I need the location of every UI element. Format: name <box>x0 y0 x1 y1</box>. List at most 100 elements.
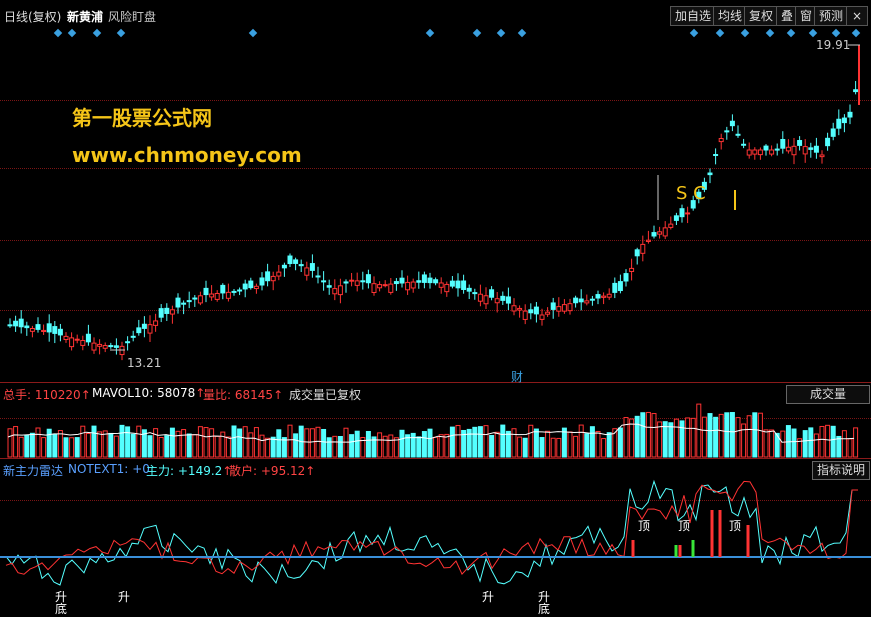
volume-bar <box>511 428 517 458</box>
volume-bar <box>629 418 635 458</box>
candle <box>405 281 411 291</box>
volume-bar <box>97 431 103 458</box>
volume-bar <box>500 424 506 458</box>
candle <box>315 275 321 278</box>
volume-bar <box>601 438 607 458</box>
volume-bar <box>343 427 349 458</box>
candle <box>113 345 119 348</box>
retail-value: 散户: +95.12↑ <box>229 464 316 478</box>
volume-bar <box>365 430 371 458</box>
volume-bar <box>718 413 724 458</box>
candle <box>746 149 752 156</box>
candle <box>685 212 691 215</box>
volume-bar <box>528 424 534 458</box>
volume-bar <box>332 435 338 458</box>
candle <box>802 146 808 155</box>
volume-bar <box>18 436 24 458</box>
candle <box>259 277 265 286</box>
volume-bar <box>147 435 153 458</box>
volume-bar <box>673 418 679 458</box>
volume-bar <box>427 428 433 458</box>
volume-bar <box>668 422 674 458</box>
candle <box>304 267 310 276</box>
volume-bar <box>158 437 164 458</box>
candle <box>214 292 220 300</box>
volume-bar <box>483 425 489 458</box>
candle <box>41 329 47 333</box>
top-mark: 顶 <box>678 519 691 533</box>
candle <box>606 293 612 298</box>
volume-bar <box>550 437 556 458</box>
indicator-name[interactable]: 新主力雷达 <box>3 462 63 479</box>
volume-bar <box>455 424 461 458</box>
candle <box>175 297 181 308</box>
watermark-title: 第一股票公式网 <box>72 106 212 130</box>
volume-bar <box>539 437 545 458</box>
volume-bar <box>517 436 523 458</box>
candle <box>181 302 187 305</box>
candle <box>153 320 159 326</box>
volume-bar <box>416 436 422 458</box>
volume-bar <box>309 428 315 458</box>
candle <box>220 284 226 294</box>
volume-bar <box>231 425 237 458</box>
candle <box>91 342 97 351</box>
volume-bar <box>259 434 265 458</box>
candle <box>517 307 523 311</box>
candle <box>836 118 842 129</box>
volume-bar <box>52 433 58 458</box>
candle <box>623 273 629 282</box>
volume-bar <box>830 425 836 458</box>
volume-bar <box>533 428 539 458</box>
candle <box>438 282 444 288</box>
indicator-help-button[interactable]: 指标说明 <box>812 461 870 480</box>
candle <box>589 298 595 301</box>
candle <box>265 271 271 282</box>
candle <box>74 338 80 341</box>
candle <box>427 277 433 284</box>
candle <box>528 309 534 314</box>
candle <box>545 311 551 315</box>
candle <box>769 149 775 155</box>
candle <box>332 288 338 295</box>
candle <box>819 154 825 158</box>
bottom-mark: 底 <box>55 602 68 616</box>
candle <box>729 120 735 127</box>
candle <box>763 145 769 151</box>
candle <box>449 280 455 287</box>
candle <box>186 300 192 303</box>
candle <box>573 297 579 304</box>
volume-bar <box>841 430 847 458</box>
finance-marker[interactable]: 财 <box>511 368 523 385</box>
candle <box>225 291 231 299</box>
candle <box>500 295 506 301</box>
candle <box>757 149 763 156</box>
candle <box>136 327 142 334</box>
candle <box>612 282 618 293</box>
high-price-label: 19.91 <box>816 38 851 52</box>
candle <box>645 239 651 242</box>
candle <box>354 280 360 286</box>
volume-indicator-button[interactable]: 成交量 <box>786 385 870 404</box>
candle <box>785 146 791 152</box>
volume-bar <box>399 429 405 458</box>
candle <box>46 323 52 333</box>
volume-bar <box>326 437 332 458</box>
volume-bar <box>713 416 719 458</box>
candle <box>24 325 30 329</box>
candle <box>797 140 803 146</box>
volume-bar <box>701 416 707 458</box>
volume-bar <box>707 413 713 458</box>
candle <box>813 145 819 153</box>
volume-bar <box>477 426 483 458</box>
candle <box>841 117 847 124</box>
volume-bar <box>489 435 495 458</box>
candle <box>433 279 439 284</box>
candle <box>371 283 377 293</box>
volume-bar <box>287 424 293 458</box>
volume-bar <box>623 417 629 458</box>
volume-bar <box>13 426 19 458</box>
volume-bar <box>186 433 192 458</box>
volume-bar <box>349 434 355 458</box>
volume-bar <box>80 425 86 458</box>
